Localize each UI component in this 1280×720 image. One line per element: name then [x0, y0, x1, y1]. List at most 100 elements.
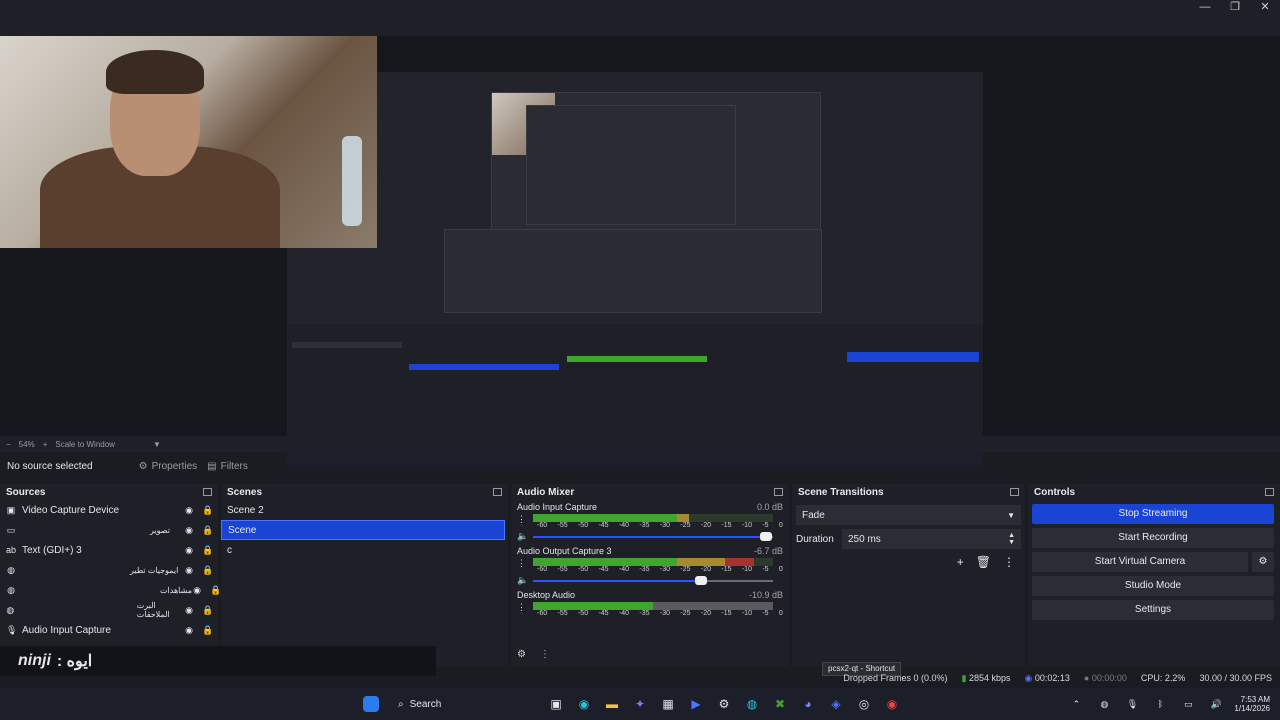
- properties-button[interactable]: ⚙ Properties: [139, 461, 198, 472]
- settings-button[interactable]: Settings: [1032, 600, 1274, 620]
- store-icon[interactable]: ▦: [657, 693, 679, 715]
- lock-icon[interactable]: 🔒: [202, 505, 213, 515]
- chrome-icon[interactable]: ◉: [881, 693, 903, 715]
- eye-icon[interactable]: ◉: [184, 525, 194, 535]
- scene-item[interactable]: Scene: [221, 520, 505, 540]
- scenes-list: Scene 2 Scene c: [221, 500, 508, 560]
- browser-app-icon[interactable]: ◍: [741, 693, 763, 715]
- channel-menu-icon[interactable]: ⋮: [517, 602, 527, 613]
- sources-dock: Sources ▣ Video Capture Device ◉ 🔒 ▭ تصوير ◉ 🔒 a…: [0, 484, 221, 666]
- source-item[interactable]: ◍ مشاهدات ◉ 🔒: [0, 580, 221, 600]
- meter-tick: -15: [721, 610, 732, 617]
- zoom-in-button[interactable]: +: [43, 440, 48, 449]
- speaker-icon[interactable]: 🔈: [517, 575, 531, 586]
- float-dock-button[interactable]: [493, 488, 502, 496]
- transition-select[interactable]: Fade ▼: [796, 505, 1021, 525]
- scene-item[interactable]: c: [221, 540, 505, 560]
- nested-scene-selected: [409, 364, 559, 370]
- source-item[interactable]: ◍ البرت الملاحقات ◉ 🔒: [0, 600, 218, 620]
- transition-menu-icon[interactable]: ⋮: [1003, 555, 1015, 569]
- lock-icon[interactable]: 🔒: [202, 565, 213, 575]
- close-button[interactable]: ✕: [1250, 0, 1280, 14]
- meter-tick: -30: [659, 610, 671, 617]
- source-item[interactable]: ab Text (GDI+) 3 ◉ 🔒: [0, 540, 218, 560]
- filters-button[interactable]: ▤ Filters: [207, 461, 248, 472]
- float-dock-button[interactable]: [203, 488, 212, 496]
- speaker-icon[interactable]: 🔈: [517, 531, 531, 542]
- microphone-icon[interactable]: 🎙: [1121, 693, 1143, 715]
- channel-menu-icon[interactable]: ⋮: [517, 558, 527, 569]
- app-icon[interactable]: ▶: [685, 693, 707, 715]
- xbox-icon[interactable]: ✖: [769, 693, 791, 715]
- clock[interactable]: 7:53 AM 1/14/2026: [1234, 695, 1270, 713]
- settings-app-icon[interactable]: ⚙: [713, 693, 735, 715]
- advanced-audio-icon[interactable]: ⚙: [517, 649, 526, 660]
- obs-icon[interactable]: ◎: [853, 693, 875, 715]
- eye-icon[interactable]: ◉: [184, 565, 194, 575]
- edge-icon[interactable]: ◉: [573, 693, 595, 715]
- volume-slider[interactable]: [533, 531, 773, 542]
- source-item[interactable]: ◍ ايموجيات تطير ◉ 🔒: [0, 560, 218, 580]
- lock-icon[interactable]: 🔒: [202, 525, 213, 535]
- lock-icon[interactable]: 🔒: [202, 605, 213, 615]
- source-item-label: تصوير: [150, 525, 170, 535]
- eye-icon[interactable]: ◉: [184, 605, 194, 615]
- virtual-camera-gear-icon[interactable]: ⚙: [1252, 552, 1274, 572]
- channel-menu-icon[interactable]: ⋮: [517, 514, 527, 525]
- meter-tick: 0: [778, 610, 783, 617]
- scene-item[interactable]: Scene 2: [221, 500, 505, 520]
- start-virtual-camera-button[interactable]: Start Virtual Camera: [1032, 552, 1248, 572]
- scale-mode[interactable]: Scale to Window: [55, 440, 115, 449]
- volume-meter: [533, 558, 783, 566]
- lock-icon[interactable]: 🔒: [202, 625, 213, 635]
- tray-chevron-icon[interactable]: ⌃: [1065, 693, 1087, 715]
- windows-start-icon[interactable]: [363, 696, 379, 712]
- studio-mode-button[interactable]: Studio Mode: [1032, 576, 1274, 596]
- pcsx2-icon[interactable]: ◈: [825, 693, 847, 715]
- eye-icon[interactable]: ◉: [184, 545, 194, 555]
- minimize-button[interactable]: —: [1190, 0, 1220, 14]
- eye-icon[interactable]: ◉: [184, 625, 194, 635]
- maximize-button[interactable]: ❐: [1220, 0, 1250, 14]
- lock-icon[interactable]: 🔒: [202, 545, 213, 555]
- chevron-down-icon[interactable]: ▼: [153, 440, 161, 449]
- float-dock-button[interactable]: [1010, 488, 1019, 496]
- meter-tick: -45: [598, 610, 609, 617]
- mixer-menu-icon[interactable]: ⋮: [540, 649, 550, 660]
- meter-tick: -20: [700, 522, 711, 529]
- mixer-channel: Desktop Audio -10.9 dB ⋮ -60 -55 -50 -45 -40 -35…: [511, 588, 789, 619]
- meter-tick: -60: [537, 522, 548, 529]
- remove-transition-button[interactable]: 🗑: [976, 555, 991, 569]
- add-transition-button[interactable]: +: [957, 555, 964, 569]
- source-item[interactable]: ▣ Video Capture Device ◉ 🔒: [0, 500, 218, 520]
- channel-name: Audio Output Capture 3: [517, 546, 612, 556]
- zoom-out-button[interactable]: −: [6, 440, 11, 449]
- start-recording-button[interactable]: Start Recording: [1032, 528, 1274, 548]
- eye-icon[interactable]: ◉: [184, 505, 194, 515]
- float-dock-button[interactable]: [774, 488, 783, 496]
- volume-icon[interactable]: 🔊: [1205, 693, 1227, 715]
- duration-spinbox[interactable]: 250 ms ▲ ▼: [842, 529, 1021, 549]
- float-dock-button[interactable]: [1265, 488, 1274, 496]
- preview-area[interactable]: [0, 36, 1280, 468]
- meter-tick: -15: [721, 566, 732, 573]
- display-icon[interactable]: ▭: [1177, 693, 1199, 715]
- controls-title: Controls: [1034, 486, 1076, 498]
- copilot-icon[interactable]: ✦: [629, 693, 651, 715]
- nested-obs-window: [444, 229, 822, 313]
- eye-icon[interactable]: ◉: [192, 585, 202, 595]
- bluetooth-icon[interactable]: ᛒ: [1149, 693, 1171, 715]
- source-item[interactable]: 🎙 Audio Input Capture ◉ 🔒: [0, 620, 218, 640]
- volume-slider[interactable]: [533, 575, 773, 586]
- lock-icon[interactable]: 🔒: [210, 585, 221, 595]
- sources-title: Sources: [6, 486, 46, 498]
- file-explorer-icon[interactable]: ▬: [601, 693, 623, 715]
- meter-tick: -35: [639, 610, 650, 617]
- discord-icon[interactable]: ◕: [797, 693, 819, 715]
- stop-streaming-button[interactable]: Stop Streaming: [1032, 504, 1274, 524]
- tray-app-icon[interactable]: ◍: [1093, 693, 1115, 715]
- source-item[interactable]: ▭ تصوير ◉ 🔒: [0, 520, 218, 540]
- task-view-icon[interactable]: ▣: [545, 693, 567, 715]
- nested-preview-1: [444, 92, 822, 313]
- taskbar-search[interactable]: ⌕ Search: [392, 693, 542, 715]
